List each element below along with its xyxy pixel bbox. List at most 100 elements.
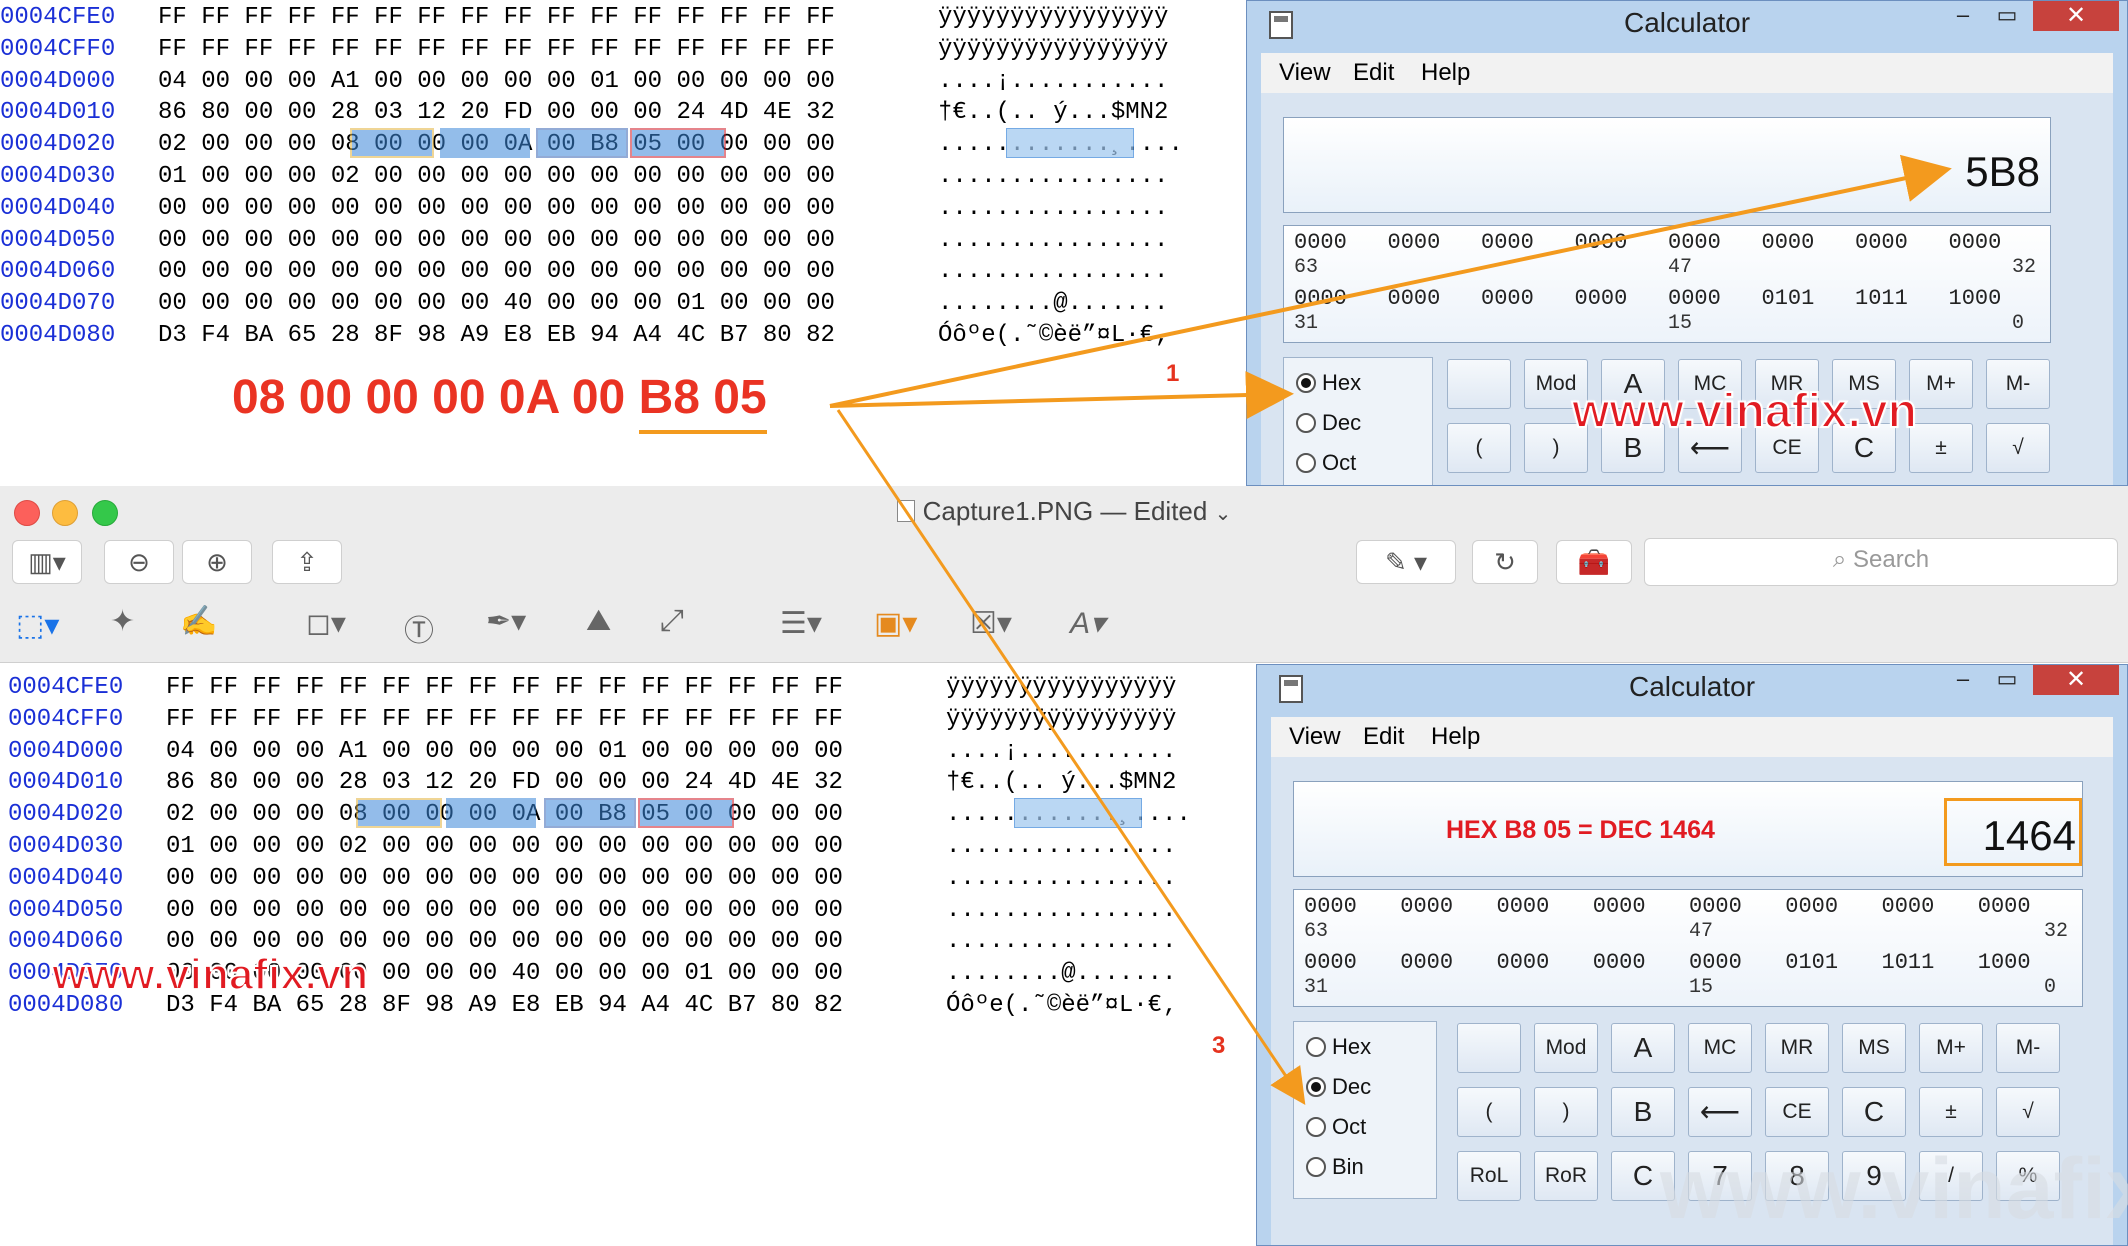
rectangular-selection-icon[interactable]: ⬚▾ (16, 608, 59, 643)
key-RoR[interactable]: RoR (1534, 1151, 1598, 1201)
document-title[interactable]: Capture1.PNG — Edited ⌄ (0, 496, 2128, 527)
menu-view[interactable]: View (1279, 59, 1331, 87)
sidebar-toggle-button[interactable]: ▥▾ (12, 540, 82, 584)
sign-icon[interactable]: ✒▾ (486, 604, 526, 639)
key-RoL[interactable]: RoL (1457, 1151, 1521, 1201)
maximize-button[interactable]: ▭ (1983, 665, 2031, 695)
radio-dot-icon (1306, 1077, 1326, 1097)
key-)[interactable]: ) (1534, 1087, 1598, 1137)
key-±[interactable]: ± (1919, 1087, 1983, 1137)
bit-group: 0000 (1400, 894, 1454, 919)
radio-oct[interactable]: Oct (1296, 450, 1356, 476)
bit-position-label: 0 (2012, 312, 2025, 335)
hex-bytes: 01 00 00 00 02 00 00 00 00 00 00 00 00 0… (158, 162, 835, 190)
sketch-icon[interactable]: ✍ (180, 604, 217, 639)
bit-group: 1000 (1948, 286, 2002, 311)
adjust-size-icon[interactable]: ⤢ (660, 604, 684, 638)
key-M+[interactable]: M+ (1909, 359, 1973, 409)
key-Mod[interactable]: Mod (1534, 1023, 1598, 1073)
bit-position-label: 15 (1689, 976, 1714, 999)
menu-help[interactable]: Help (1431, 723, 1480, 751)
menu-edit[interactable]: Edit (1363, 723, 1404, 751)
zoom-in-button[interactable]: ⊕ (182, 540, 252, 584)
text-style-icon[interactable]: A▾ (1070, 606, 1105, 641)
key-blank[interactable] (1447, 359, 1511, 409)
markup-toolbox-button[interactable]: 🧰 (1556, 540, 1632, 584)
hex-ascii: ....¡........... (938, 67, 1169, 95)
bit-group: 0000 (1496, 950, 1550, 975)
key-A[interactable]: A (1611, 1023, 1675, 1073)
bit-group: 0000 (1785, 894, 1839, 919)
key-MS[interactable]: MS (1842, 1023, 1906, 1073)
radio-dot-icon (1306, 1117, 1326, 1137)
hex-ascii: †€..(.. ý...$MN2 (938, 99, 1169, 127)
shapes-icon[interactable]: ◻▾ (306, 606, 346, 641)
text-icon[interactable]: Ⓣ (404, 606, 434, 650)
shape-style-icon[interactable]: ☰▾ (780, 606, 822, 641)
radio-hex[interactable]: Hex (1306, 1034, 1371, 1060)
key-blank[interactable] (1457, 1023, 1521, 1073)
bit-position-label: 47 (1689, 920, 1714, 943)
bit-position-label: 63 (1304, 920, 1329, 943)
close-button[interactable]: ✕ (2033, 665, 2119, 695)
menu-view[interactable]: View (1289, 723, 1341, 751)
minimize-button[interactable]: – (1939, 665, 1987, 695)
key-⟵[interactable]: ⟵ (1688, 1087, 1752, 1137)
key-C[interactable]: C (1842, 1087, 1906, 1137)
close-button[interactable]: ✕ (2033, 1, 2119, 31)
key-M+[interactable]: M+ (1919, 1023, 1983, 1073)
key-MC[interactable]: MC (1688, 1023, 1752, 1073)
hex-ascii: ÿÿÿÿÿÿÿÿÿÿÿÿÿÿÿÿ (946, 705, 1177, 733)
step-1-label: 1 (1166, 360, 1180, 387)
key-CE[interactable]: CE (1765, 1087, 1829, 1137)
hex-selection-b8-05 (630, 128, 726, 158)
search-field[interactable]: ⌕ Search (1644, 538, 2118, 586)
border-color-icon[interactable]: ▣▾ (874, 606, 917, 641)
key-([interactable]: ( (1457, 1087, 1521, 1137)
radio-dec[interactable]: Dec (1306, 1074, 1371, 1100)
adjust-color-icon[interactable]: ⛰ (586, 604, 611, 638)
key-B[interactable]: B (1611, 1087, 1675, 1137)
ascii-selection (1006, 128, 1134, 158)
key-MR[interactable]: MR (1765, 1023, 1829, 1073)
key-±[interactable]: ± (1909, 423, 1973, 473)
hex-row: 0004D040 00 00 00 00 00 00 00 00 00 00 00… (8, 863, 1206, 895)
hex-selection-00-00 (446, 798, 536, 828)
key-M-[interactable]: M- (1986, 359, 2050, 409)
menu-edit[interactable]: Edit (1353, 59, 1394, 87)
instant-alpha-icon[interactable]: ✦ (110, 604, 135, 639)
bit-group: 0000 (1689, 894, 1742, 919)
chevron-down-icon: ⌄ (1214, 503, 1232, 525)
maximize-button[interactable]: ▭ (1983, 1, 2031, 31)
markup-pen-button[interactable]: ✎ ▾ (1356, 540, 1456, 584)
key-√[interactable]: √ (1986, 423, 2050, 473)
hex-ascii: ................ (938, 226, 1169, 254)
hex-row: 0004D010 86 80 00 00 28 03 12 20 FD 00 00… (0, 97, 1198, 129)
hex-bytes: D3 F4 BA 65 28 8F 98 A9 E8 EB 94 A4 4C B… (158, 321, 835, 349)
minimize-button[interactable]: – (1939, 1, 1987, 31)
radio-dec[interactable]: Dec (1296, 410, 1361, 436)
key-M-[interactable]: M- (1996, 1023, 2060, 1073)
hex-selection-b8-05 (638, 798, 734, 828)
radio-oct[interactable]: Oct (1306, 1114, 1366, 1140)
hex-address: 0004D050 (0, 226, 116, 254)
menu-help[interactable]: Help (1421, 59, 1470, 87)
watermark-faint: www.vinafix.vn (1660, 1141, 2128, 1237)
bit-position-label: 47 (1668, 256, 1693, 279)
rotate-button[interactable]: ↻ (1472, 540, 1538, 584)
hex-address: 0004D000 (8, 737, 124, 765)
radio-bin[interactable]: Bin (1306, 1154, 1364, 1180)
radio-dot-icon (1306, 1037, 1326, 1057)
hex-address: 0004D050 (8, 896, 124, 924)
radio-hex[interactable]: Hex (1296, 370, 1361, 396)
fill-color-icon[interactable]: ☒▾ (970, 606, 1012, 641)
share-button[interactable]: ⇪ (272, 540, 342, 584)
key-√[interactable]: √ (1996, 1087, 2060, 1137)
zoom-out-button[interactable]: ⊖ (104, 540, 174, 584)
bit-position-label: 32 (2044, 920, 2069, 943)
hex-ascii: ................ (946, 896, 1177, 924)
hex-ascii: ................ (946, 832, 1177, 860)
hex-row: 0004D030 01 00 00 00 02 00 00 00 00 00 00… (8, 831, 1206, 863)
key-([interactable]: ( (1447, 423, 1511, 473)
hex-address: 0004D010 (0, 99, 116, 127)
